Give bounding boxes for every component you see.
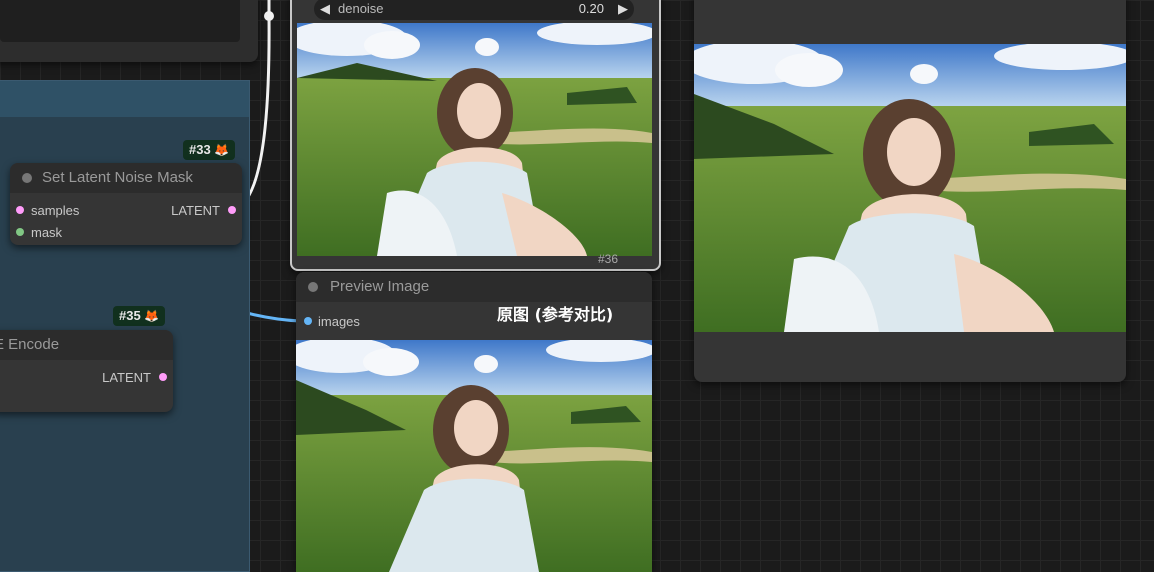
preview-output-image [296,340,652,572]
sampler-preview-image [297,23,652,256]
chevron-right-icon[interactable]: ▶ [618,1,628,17]
latent-output-label: LATENT [171,203,220,218]
node-title-bar[interactable]: Set Latent Noise Mask [10,163,242,193]
vae-encode-node[interactable]: E Encode LATENT [0,330,173,412]
chevron-left-icon[interactable]: ◀ [320,1,330,17]
node-id-label: #36 [598,252,619,266]
mask-input-dot[interactable] [16,228,24,236]
set-latent-noise-mask-node[interactable]: Set Latent Noise Mask samples mask LATEN… [10,163,242,245]
node-title: Preview Image [330,278,430,295]
images-input-label: images [318,314,360,329]
node-id-badge: #33 🦊 [183,140,236,160]
reference-image-node[interactable] [694,0,1126,382]
mask-input-label: mask [31,225,63,240]
white-reroute-dot [264,11,274,21]
latent-output-label: LATENT [102,370,151,385]
denoise-widget[interactable]: ◀ denoise 0.20 ▶ [314,0,634,20]
status-dot-icon [308,282,318,292]
group-title-bar[interactable] [0,81,249,117]
denoise-value: 0.20 [578,1,604,16]
fox-icon: 🦊 [144,309,160,323]
latent-output-dot[interactable] [228,206,236,214]
latent-output-dot[interactable] [159,373,167,381]
node-title-bar[interactable]: E Encode [0,330,173,360]
node-id-badge: #35 🦊 [113,306,166,326]
samples-input-label: samples [31,203,80,218]
top-left-node-inner [0,0,240,42]
reference-image [694,44,1126,332]
status-dot-icon [22,173,32,183]
samples-input-dot[interactable] [16,206,24,214]
denoise-label: denoise [338,1,384,16]
node-title-bar[interactable]: Preview Image [296,272,652,302]
images-input-dot[interactable] [304,317,312,325]
fox-icon: 🦊 [214,143,230,157]
top-left-node[interactable] [0,0,258,62]
node-title: E Encode [0,336,60,353]
ksampler-node[interactable]: ◀ denoise 0.20 ▶ #36 [290,0,661,271]
node-title: Set Latent Noise Mask [42,169,193,186]
comparison-annotation: 原图 (参考对比) [497,305,614,324]
